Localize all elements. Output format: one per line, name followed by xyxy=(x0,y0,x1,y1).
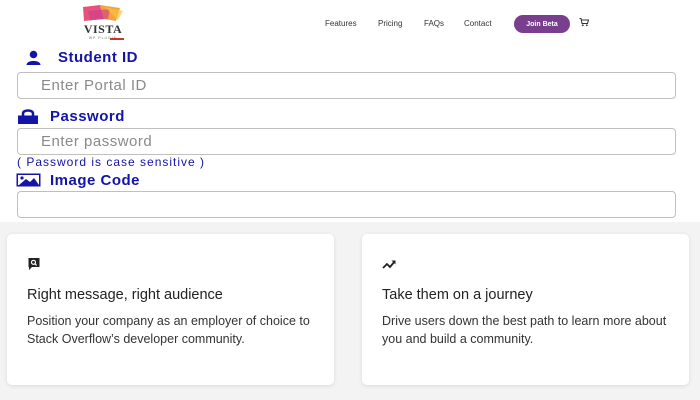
image-code-label: Image Code xyxy=(50,172,141,189)
student-id-input[interactable] xyxy=(17,72,676,99)
logo-underline xyxy=(110,38,124,40)
image-icon xyxy=(16,173,41,187)
site-header: VISTA WP PLUGIN Features Pricing FAQs Co… xyxy=(0,0,700,44)
card-body: Position your company as an employer of … xyxy=(27,314,310,346)
password-hint: ( Password is case sensitive ) xyxy=(17,155,206,169)
logo-text: VISTA xyxy=(83,22,123,36)
cart-icon[interactable] xyxy=(579,17,589,27)
speech-bubble-icon xyxy=(28,258,40,270)
card-title: Right message, right audience xyxy=(27,287,223,303)
feature-card: Right message, right audience Position y… xyxy=(7,234,334,385)
lock-icon xyxy=(18,109,38,124)
nav-contact[interactable]: Contact xyxy=(464,19,492,28)
card-title: Take them on a journey xyxy=(382,287,533,303)
password-input[interactable] xyxy=(17,128,676,155)
user-icon xyxy=(26,50,41,65)
nav-faqs[interactable]: FAQs xyxy=(424,19,444,28)
student-id-label: Student ID xyxy=(58,49,138,66)
login-form: Student ID Password ( Password is case s… xyxy=(0,44,700,222)
card-body: Drive users down the best path to learn … xyxy=(382,314,667,346)
password-label: Password xyxy=(50,108,125,125)
image-code-input[interactable] xyxy=(17,191,676,218)
nav-features[interactable]: Features xyxy=(325,19,357,28)
nav-pricing[interactable]: Pricing xyxy=(378,19,402,28)
join-beta-button[interactable]: Join Beta xyxy=(514,15,570,33)
feature-card: Take them on a journey Drive users down … xyxy=(362,234,689,385)
trending-up-icon xyxy=(382,260,396,269)
